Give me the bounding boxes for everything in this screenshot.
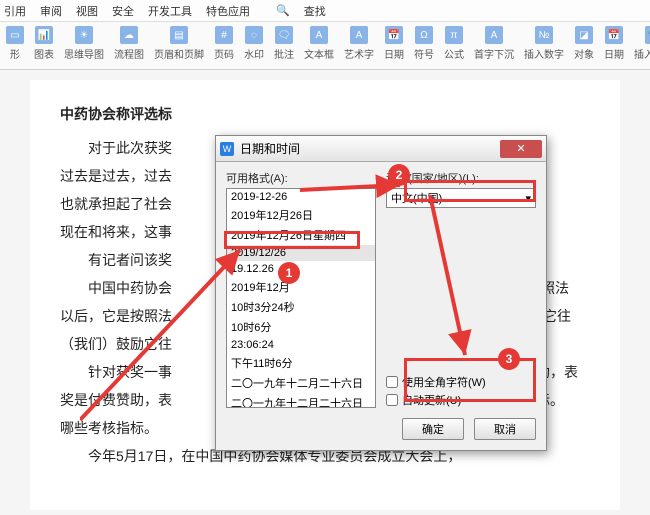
tool-wordart[interactable]: A艺术字	[344, 26, 374, 61]
chart-icon: 📊	[35, 26, 53, 44]
object-icon: ◪	[575, 26, 593, 44]
format-item[interactable]: 23:06:24	[227, 337, 375, 353]
search-label[interactable]: 查找	[304, 3, 326, 19]
tool-number[interactable]: №插入数字	[524, 26, 564, 61]
tool-equation[interactable]: π公式	[444, 26, 464, 61]
format-label: 可用格式(A):	[226, 170, 376, 186]
doc-title: 中药协会称评选标	[60, 100, 590, 128]
tool-textbox[interactable]: A文本框	[304, 26, 334, 61]
ok-button[interactable]: 确定	[402, 418, 464, 440]
tab-shitu[interactable]: 视图	[76, 3, 98, 19]
tool-date[interactable]: 📅日期	[384, 26, 404, 61]
shape-icon: ▭	[6, 26, 24, 44]
tab-yinyong[interactable]: 引用	[4, 3, 26, 19]
cancel-button[interactable]: 取消	[474, 418, 536, 440]
date-icon: 📅	[385, 26, 403, 44]
language-value: 中文(中国)	[391, 190, 442, 206]
format-item[interactable]: 二〇一九年十二月二十六日星期四	[227, 393, 375, 408]
language-label: 语言(国家/地区)(L):	[386, 170, 536, 186]
tool-attach[interactable]: 📎插入附件	[634, 26, 650, 61]
attach-icon: 📎	[645, 26, 650, 44]
tool-comment[interactable]: 🗨批注	[274, 26, 294, 61]
tool-header[interactable]: ▤页眉和页脚	[154, 26, 204, 61]
format-item[interactable]: 2019-12-26	[227, 189, 375, 205]
tab-shenyue[interactable]: 审阅	[40, 3, 62, 19]
autoupdate-checkbox-row[interactable]: 自动更新(U)	[386, 392, 536, 408]
autoupdate-checkbox[interactable]	[386, 394, 398, 406]
tool-pagenum[interactable]: #页码	[214, 26, 234, 61]
format-item[interactable]: 2019年12月26日	[227, 205, 375, 225]
dropcap-icon: A	[485, 26, 503, 44]
tool-symbol[interactable]: Ω符号	[414, 26, 434, 61]
number-icon: №	[535, 26, 553, 44]
tool-object[interactable]: ◪对象	[574, 26, 594, 61]
close-button[interactable]: ✕	[500, 140, 542, 158]
date-time-dialog: W 日期和时间 ✕ 可用格式(A): 2019-12-26 2019年12月26…	[215, 135, 547, 451]
tool-date2[interactable]: 📅日期	[604, 26, 624, 61]
fullwidth-label: 使用全角字符(W)	[402, 374, 486, 390]
ribbon-tabs: 引用 审阅 视图 安全 开发工具 特色应用 🔍 查找	[0, 0, 650, 22]
date2-icon: 📅	[605, 26, 623, 44]
textbox-icon: A	[310, 26, 328, 44]
tool-chart[interactable]: 📊图表	[34, 26, 54, 61]
toolbar: ▭形 📊图表 ☀思维导图 ☁流程图 ▤页眉和页脚 #页码 ◌水印 🗨批注 A文本…	[0, 22, 650, 70]
tool-dropcap[interactable]: A首字下沉	[474, 26, 514, 61]
dialog-title-text: 日期和时间	[240, 140, 300, 157]
tool-shape[interactable]: ▭形	[6, 26, 24, 61]
format-item[interactable]: 19.12.26	[227, 261, 375, 277]
symbol-icon: Ω	[415, 26, 433, 44]
app-icon: W	[220, 142, 234, 156]
chevron-down-icon: ▾	[525, 192, 531, 205]
wordart-icon: A	[350, 26, 368, 44]
online-icon: ☁	[120, 26, 138, 44]
comment-icon: 🗨	[275, 26, 293, 44]
format-item-selected[interactable]: 2019/12/26	[227, 245, 375, 261]
search-icon[interactable]: 🔍	[276, 4, 290, 17]
format-item[interactable]: 二〇一九年十二月二十六日	[227, 373, 375, 393]
format-list[interactable]: 2019-12-26 2019年12月26日 2019年12月26日星期四 20…	[226, 188, 376, 408]
tab-tese[interactable]: 特色应用	[206, 3, 250, 19]
tool-online[interactable]: ☁流程图	[114, 26, 144, 61]
autoupdate-label: 自动更新(U)	[402, 392, 461, 408]
tab-anquan[interactable]: 安全	[112, 3, 134, 19]
equation-icon: π	[445, 26, 463, 44]
dialog-titlebar[interactable]: W 日期和时间 ✕	[216, 136, 546, 162]
pagenum-icon: #	[215, 26, 233, 44]
header-icon: ▤	[170, 26, 188, 44]
fullwidth-checkbox[interactable]	[386, 376, 398, 388]
mindmap-icon: ☀	[75, 26, 93, 44]
watermark-icon: ◌	[245, 26, 263, 44]
tab-kaifa[interactable]: 开发工具	[148, 3, 192, 19]
format-item[interactable]: 下午11时6分	[227, 353, 375, 373]
format-item[interactable]: 2019年12月26日星期四	[227, 225, 375, 245]
format-item[interactable]: 2019年12月	[227, 277, 375, 297]
language-select[interactable]: 中文(中国) ▾	[386, 188, 536, 208]
format-item[interactable]: 10时3分24秒	[227, 297, 375, 317]
fullwidth-checkbox-row[interactable]: 使用全角字符(W)	[386, 374, 536, 390]
tool-watermark[interactable]: ◌水印	[244, 26, 264, 61]
tool-mindmap[interactable]: ☀思维导图	[64, 26, 104, 61]
format-item[interactable]: 10时6分	[227, 317, 375, 337]
